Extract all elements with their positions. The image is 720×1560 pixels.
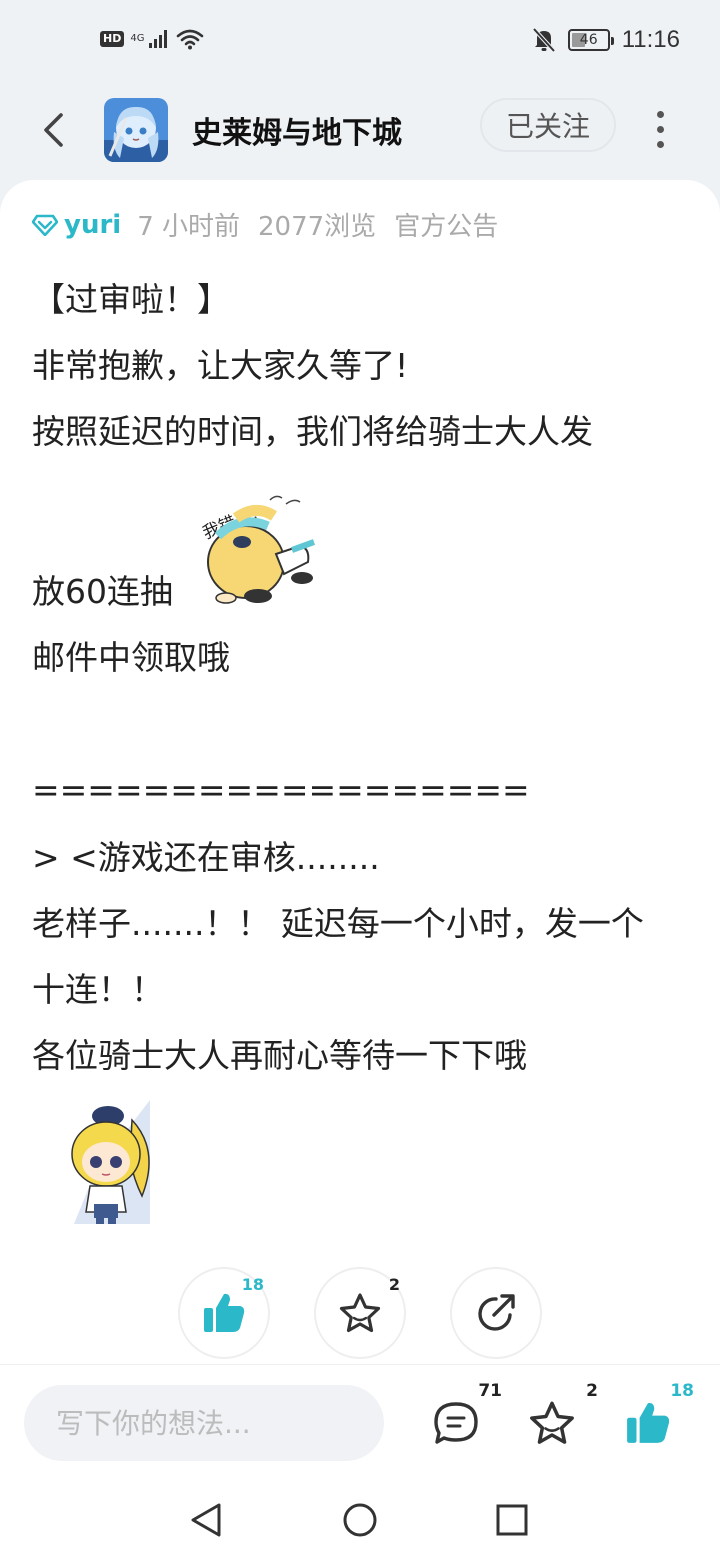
status-right-icons: 46 11:16 [532,26,680,54]
post-line: 放60连抽 [32,572,173,611]
clock: 11:16 [621,26,680,53]
favorite-button[interactable]: 2 [314,1267,406,1359]
game-avatar-image [104,98,168,162]
post-meta: yuri 7 小时前 2077浏览 官方公告 [32,206,516,243]
post-line: 邮件中领取哦 [32,638,230,677]
favorite-bar-button[interactable]: 2 [524,1381,598,1451]
top-app-bar: 史莱姆与地下城 已关注 [0,84,720,180]
post-line: ================== [32,770,530,809]
network-type: 4G [130,33,145,44]
nav-back-button[interactable] [186,1500,226,1540]
chevron-left-icon [44,113,63,147]
battery-indicator: 46 [567,29,614,51]
square-recents-icon [496,1504,528,1536]
post-actions: 18 2 [0,1267,720,1363]
circle-home-icon [343,1503,377,1537]
post-line: 各位骑士大人再耐心等待一下下哦 [32,1036,527,1075]
share-icon [478,1294,515,1331]
thumbs-up-icon [204,1293,245,1332]
post-card: yuri 7 小时前 2077浏览 官方公告 【过审啦！】 非常抱歉，让大家久等… [0,180,720,1364]
post-line: 【过审啦！】 [32,280,230,319]
comments-button[interactable]: 71 [428,1381,502,1451]
triangle-back-icon [191,1503,221,1537]
star-icon [530,1401,574,1444]
character-sticker [56,1100,164,1226]
like-button[interactable]: 18 [178,1267,270,1359]
author-name[interactable]: yuri [64,210,121,240]
post-line: 十连！！ [32,970,164,1009]
comment-input[interactable] [24,1385,384,1461]
more-options-button[interactable] [640,104,680,154]
post-category[interactable]: 官方公告 [394,206,498,243]
nav-recents-button[interactable] [492,1500,532,1540]
status-bar: HD 4G 46 11:16 [0,0,720,84]
more-vertical-icon-dot [656,125,664,133]
more-vertical-icon-dot [656,110,664,118]
game-avatar[interactable] [104,98,168,162]
post-line: 按照延迟的时间，我们将给骑士大人发 [32,412,593,451]
star-icon [339,1293,381,1333]
favorite-bar-count: 2 [586,1381,598,1401]
post-line: 非常抱歉，让大家久等了! [32,346,409,385]
comment-count: 71 [478,1381,502,1401]
status-left-icons: HD 4G [100,28,204,50]
signal-icon [149,30,168,48]
back-button[interactable] [30,106,78,154]
comment-icon [434,1402,478,1444]
system-navigation-bar [0,1480,720,1560]
nav-home-button[interactable] [340,1500,380,1540]
bell-off-icon [532,27,556,53]
post-line: 老样子.......！！ 延迟每一个小时，发一个 [32,904,644,943]
wifi-icon [177,29,204,50]
share-button[interactable] [450,1267,542,1359]
page-title: 史莱姆与地下城 [192,116,402,151]
like-bar-count: 18 [670,1381,694,1401]
post-time: 7 小时前 [137,212,241,242]
apology-sticker: 我错了! [196,490,326,610]
more-vertical-icon-dot [656,140,664,148]
comment-bar: 71 2 18 [0,1364,720,1480]
favorite-count: 2 [388,1275,400,1294]
post-line: > <游戏还在审核........ [32,838,380,877]
like-count: 18 [241,1275,264,1294]
view-count: 2077浏览 [258,212,377,242]
follow-button[interactable]: 已关注 [480,98,616,152]
like-bar-button[interactable]: 18 [620,1381,694,1451]
diamond-icon [32,214,58,236]
battery-level: 46 [579,32,598,48]
thumbs-up-icon [627,1403,670,1443]
hd-badge: HD [100,31,125,47]
